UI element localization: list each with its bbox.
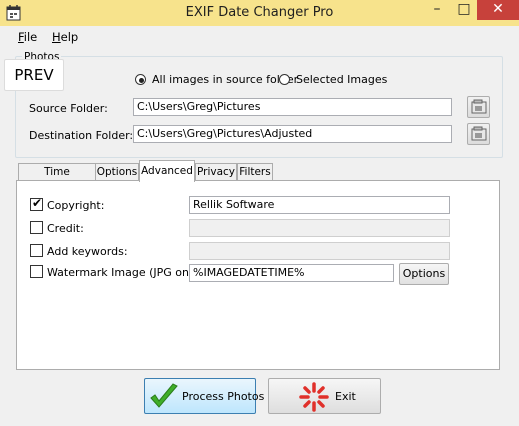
checkmark-icon: ✔	[32, 196, 43, 210]
destination-folder-label: Destination Folder:	[29, 129, 134, 142]
source-folder-input[interactable]: C:\Users\Greg\Pictures	[133, 98, 452, 116]
tab-filters[interactable]: Filters	[237, 163, 273, 181]
process-photos-label: Process Photos	[182, 390, 265, 403]
watermark-input[interactable]: %IMAGEDATETIME%	[189, 264, 394, 282]
menu-file-label: ile	[23, 30, 38, 44]
source-folder-label: Source Folder:	[29, 102, 108, 115]
copyright-input[interactable]: Rellik Software	[189, 196, 450, 214]
folder-browse-icon	[471, 99, 487, 114]
watermark-options-button[interactable]: Options	[399, 263, 449, 285]
credit-input	[189, 219, 450, 237]
minimize-button[interactable]: –	[423, 0, 451, 20]
prev-button[interactable]: PREV	[4, 59, 64, 91]
close-button[interactable]: ✕	[477, 0, 519, 20]
copyright-label: Copyright:	[47, 199, 105, 212]
keywords-input	[189, 242, 450, 260]
tab-privacy[interactable]: Privacy	[195, 163, 237, 181]
keywords-checkbox[interactable]	[30, 244, 43, 257]
destination-folder-input[interactable]: C:\Users\Greg\Pictures\Adjusted	[133, 125, 452, 143]
exit-label: Exit	[335, 390, 356, 403]
folder-browse-icon	[471, 126, 487, 141]
radio-selected-images-label[interactable]: Selected Images	[296, 73, 387, 86]
maximize-button[interactable]: □	[451, 0, 477, 20]
tab-time-difference[interactable]: Time Difference	[18, 163, 96, 194]
watermark-label: Watermark Image (JPG only):	[47, 266, 207, 279]
radio-selected-images[interactable]	[279, 74, 290, 85]
exit-button[interactable]: Exit	[268, 378, 381, 414]
exit-burst-icon	[299, 382, 329, 412]
tab-options[interactable]: Options	[95, 163, 139, 181]
keywords-label: Add keywords:	[47, 245, 128, 258]
source-browse-button[interactable]	[467, 96, 490, 118]
credit-label: Credit:	[47, 222, 84, 235]
tab-advanced[interactable]: Advanced	[139, 160, 195, 182]
radio-all-images-label[interactable]: All images in source folder	[152, 73, 298, 86]
copyright-checkbox[interactable]: ✔	[30, 196, 43, 211]
destination-browse-button[interactable]	[467, 123, 490, 145]
menu-help[interactable]: Help	[52, 30, 78, 44]
credit-checkbox[interactable]	[30, 221, 43, 234]
green-checkmark-icon	[150, 383, 178, 408]
menu-file[interactable]: File	[18, 30, 37, 44]
watermark-checkbox[interactable]	[30, 265, 43, 278]
menu-help-accel: H	[52, 30, 61, 44]
radio-all-images-dot	[139, 78, 144, 83]
menu-help-label: elp	[60, 30, 79, 44]
radio-all-images[interactable]	[135, 74, 146, 85]
process-photos-button[interactable]: Process Photos	[144, 378, 264, 414]
